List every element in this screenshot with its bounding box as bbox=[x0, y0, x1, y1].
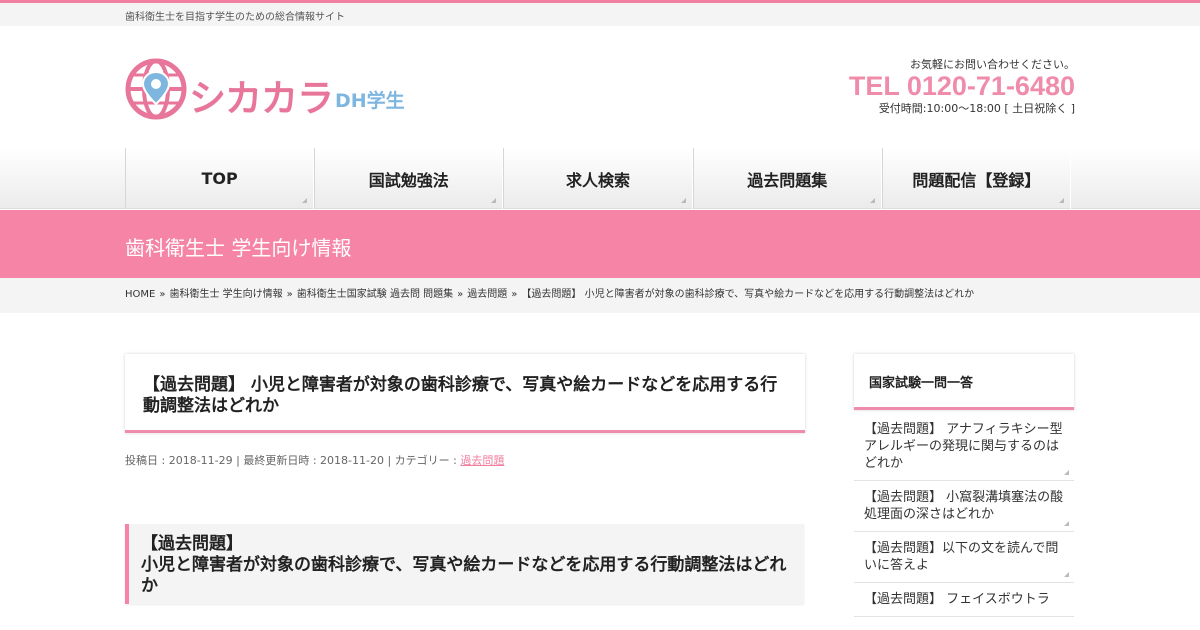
corner-triangle-icon bbox=[491, 198, 497, 203]
breadcrumb-category[interactable]: 歯科衛生士 学生向け情報 bbox=[169, 289, 282, 300]
breadcrumb: HOME» 歯科衛生士 学生向け情報» 歯科衛生士国家試験 過去問 問題集» 過去問題… bbox=[125, 285, 974, 300]
sidebar-item-label: 【過去問題】以下の文を読んで問いに答えよ bbox=[864, 541, 1059, 573]
contact-block: お気軽にお問い合わせください。 TEL 0120-71-6480 受付時間:10… bbox=[849, 56, 1075, 116]
tagline-bar: 歯科衛生士を目指す学生のための総合情報サイト bbox=[0, 3, 1200, 26]
sidebar-item[interactable]: 【過去問題】 フェイスボウトラ bbox=[854, 583, 1074, 617]
corner-triangle-icon bbox=[680, 198, 686, 203]
logo-subtext: DH学生 bbox=[335, 90, 405, 112]
breadcrumb-separator: » bbox=[457, 289, 464, 300]
breadcrumb-bar: HOME» 歯科衛生士 学生向け情報» 歯科衛生士国家試験 過去問 問題集» 過去問題… bbox=[0, 278, 1200, 313]
post-title: 【過去問題】 小児と障害者が対象の歯科診療で、写真や絵カードなどを応用する行動調… bbox=[143, 375, 778, 416]
sidebar-heading-box: 国家試験一問一答 bbox=[854, 354, 1074, 410]
corner-triangle-icon bbox=[1064, 572, 1069, 577]
content-heading-line2: 小児と障害者が対象の歯科診療で、写真や絵カードなどを応用する行動調整法はどれか bbox=[141, 555, 787, 596]
logo-text: シカカラ bbox=[189, 77, 334, 120]
content-heading-line1: 【過去問題】 bbox=[141, 534, 243, 554]
breadcrumb-separator: » bbox=[159, 289, 166, 300]
contact-phone[interactable]: TEL 0120-71-6480 bbox=[849, 72, 1075, 100]
corner-triangle-icon bbox=[869, 198, 875, 203]
nav-item-label: 国試勉強法 bbox=[368, 170, 449, 190]
corner-triangle-icon bbox=[302, 198, 308, 203]
nav-item-label: TOP bbox=[201, 169, 238, 188]
contact-hours: 受付時間:10:00～18:00 [ 土日祝除く ] bbox=[878, 102, 1075, 115]
breadcrumb-current: 【過去問題】 小児と障害者が対象の歯科診療で、写真や絵カードなどを応用する行動調… bbox=[521, 289, 975, 300]
nav-item-study-method[interactable]: 国試勉強法 bbox=[314, 148, 504, 209]
sidebar-item[interactable]: 【過去問題】 アナフィラキシー型アレルギーの発現に関与するのはどれか bbox=[854, 413, 1074, 481]
nav-item-top[interactable]: TOP bbox=[125, 148, 315, 209]
corner-triangle-icon bbox=[1064, 470, 1069, 475]
global-nav: TOP 国試勉強法 求人検索 過去問題集 問題配信【登録】 bbox=[0, 148, 1200, 209]
sidebar-item[interactable]: 【過去問題】以下の文を読んで問いに答えよ bbox=[854, 532, 1074, 583]
post-meta: 投稿日 : 2018-11-29 | 最終更新日時 : 2018-11-20 |… bbox=[125, 452, 504, 468]
sidebar-item-label: 【過去問題】 小窩裂溝填塞法の酸処理面の深さはどれか bbox=[864, 490, 1064, 522]
content-heading: 【過去問題】 小児と障害者が対象の歯科診療で、写真や絵カードなどを応用する行動調… bbox=[141, 534, 794, 597]
breadcrumb-separator: » bbox=[286, 289, 293, 300]
site-tagline: 歯科衛生士を目指す学生のための総合情報サイト bbox=[125, 12, 345, 23]
sidebar-item[interactable]: 【過去問題】 小窩裂溝填塞法の酸処理面の深さはどれか bbox=[854, 481, 1074, 532]
breadcrumb-collection[interactable]: 歯科衛生士国家試験 過去問 問題集 bbox=[297, 289, 453, 300]
corner-triangle-icon bbox=[1064, 521, 1069, 526]
nav-item-register[interactable]: 問題配信【登録】 bbox=[881, 148, 1072, 209]
sidebar-item-label: 【過去問題】 フェイスボウトラ bbox=[864, 592, 1050, 607]
category-banner: 歯科衛生士 学生向け情報 bbox=[0, 210, 1200, 278]
nav-item-label: 求人検索 bbox=[566, 170, 631, 190]
globe-pin-icon bbox=[125, 58, 187, 120]
sidebar-title: 国家試験一問一答 bbox=[869, 376, 974, 391]
nav-item-label: 過去問題集 bbox=[747, 170, 828, 190]
content-heading-box: 【過去問題】 小児と障害者が対象の歯科診療で、写真や絵カードなどを応用する行動調… bbox=[125, 524, 804, 604]
post-title-box: 【過去問題】 小児と障害者が対象の歯科診療で、写真や絵カードなどを応用する行動調… bbox=[125, 354, 805, 433]
post-category-link[interactable]: 過去問題 bbox=[460, 454, 504, 467]
nav-item-job-search[interactable]: 求人検索 bbox=[503, 148, 693, 209]
breadcrumb-home[interactable]: HOME bbox=[125, 289, 155, 300]
nav-item-past-questions[interactable]: 過去問題集 bbox=[692, 148, 882, 209]
category-title: 歯科衛生士 学生向け情報 bbox=[125, 236, 352, 260]
nav-item-label: 問題配信【登録】 bbox=[912, 170, 1041, 190]
breadcrumb-subcategory[interactable]: 過去問題 bbox=[467, 289, 507, 300]
site-logo[interactable]: シカカラ DH学生 bbox=[125, 58, 425, 120]
breadcrumb-separator: » bbox=[511, 289, 518, 300]
contact-note: お気軽にお問い合わせください。 bbox=[910, 58, 1075, 71]
corner-triangle-icon bbox=[1059, 198, 1065, 203]
post-meta-dates: 投稿日 : 2018-11-29 | 最終更新日時 : 2018-11-20 |… bbox=[125, 454, 461, 467]
sidebar-list: 【過去問題】 アナフィラキシー型アレルギーの発現に関与するのはどれか 【過去問題… bbox=[854, 413, 1074, 617]
sidebar-item-label: 【過去問題】 アナフィラキシー型アレルギーの発現に関与するのはどれか bbox=[864, 422, 1063, 471]
